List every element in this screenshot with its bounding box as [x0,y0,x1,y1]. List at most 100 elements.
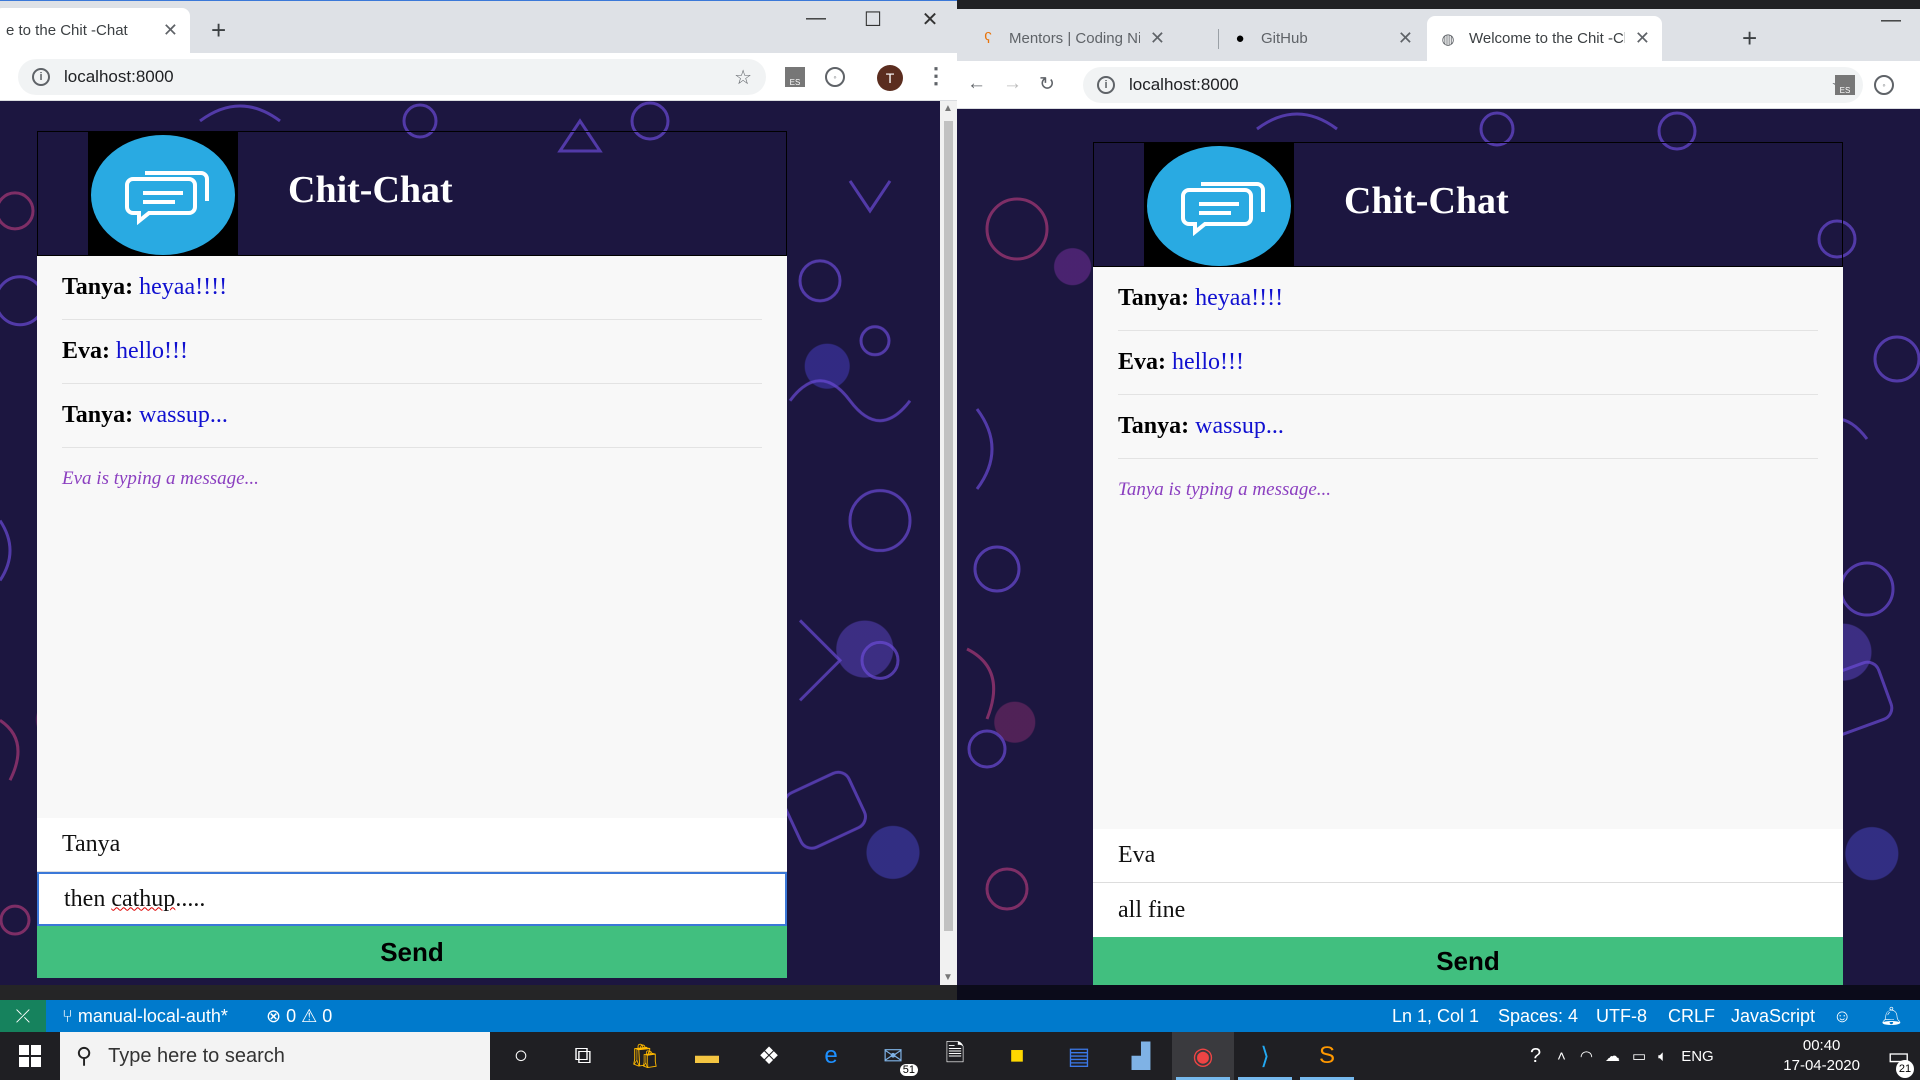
forward-arrow-icon[interactable]: → [1003,73,1022,95]
chat-title: Chit-Chat [1344,180,1509,222]
clock-time: 00:40 [1802,1037,1841,1054]
github-icon: ● [1235,30,1245,47]
windows-taskbar: ⚲ Type here to search ○ ⧉ 🛍︎ ▬ ❖ e ✉ 51 🗎… [0,1032,1920,1080]
dropbox-icon[interactable]: ❖ [738,1032,800,1080]
message-sender: Eva: [62,338,110,364]
page-scrollbar[interactable]: ▲ ▼ [940,101,957,985]
taskbar-search[interactable]: ⚲ Type here to search [60,1032,490,1080]
document-icon[interactable]: 🗎 [924,1032,986,1080]
address-bar[interactable]: i localhost:8000 ☆ [18,59,766,95]
onedrive-icon[interactable]: ☁ [1605,1047,1620,1065]
notification-count: 21 [1896,1060,1914,1078]
tab-github[interactable]: ● GitHub ✕ [1219,16,1425,61]
task-view-icon[interactable]: ⧉ [552,1032,614,1080]
extension-ring-icon[interactable]: ◦ [825,67,845,87]
message-input-text-end: ..... [175,885,206,912]
chat-bubbles-icon [125,171,209,225]
message-item: Tanya: heyaa!!!! [62,256,762,320]
scroll-up-arrow-icon[interactable]: ▲ [943,103,953,114]
system-clock[interactable]: 00:40 17-04-2020 [1783,1036,1860,1076]
message-item: Eva: hello!!! [1118,331,1818,395]
vscode-icon[interactable]: ⟩ [1234,1032,1296,1080]
system-tray: ? ˄ ◠ ☁ ▭ 🔈︎ ENG [1530,1032,1714,1080]
sticky-notes-icon[interactable]: ■ [986,1032,1048,1080]
username-input[interactable]: Tanya [37,818,787,872]
info-icon[interactable]: i [1097,76,1115,94]
indentation[interactable]: Spaces: 4 [1498,1006,1578,1027]
send-button[interactable]: Send [1093,937,1843,985]
close-window-button[interactable]: ✕ [902,7,957,32]
sublime-text-icon[interactable]: S [1296,1032,1358,1080]
mail-icon[interactable]: ✉ 51 [862,1032,924,1080]
chrome-icon[interactable]: ◉ [1172,1032,1234,1080]
vscode-panel-edge [0,985,957,1000]
message-text: hello!!! [116,338,188,364]
file-encoding[interactable]: UTF-8 [1596,1006,1647,1027]
tab-chit-chat[interactable]: ◍ Welcome to the Chit -Chat ✕ [1427,16,1662,61]
store-icon[interactable]: 🛍︎ [614,1032,676,1080]
remote-desktop-icon[interactable]: ▟ [1110,1032,1172,1080]
close-icon[interactable]: ✕ [163,20,178,41]
info-icon[interactable]: i [32,68,50,86]
message-text: heyaa!!!! [1195,285,1284,311]
edge-icon[interactable]: e [800,1032,862,1080]
language-mode[interactable]: JavaScript [1731,1006,1815,1027]
new-tab-button[interactable]: + [211,15,226,46]
git-branch[interactable]: ⑂ manual-local-auth* [62,1006,228,1027]
message-item: Tanya: wassup... [1118,395,1818,459]
message-input[interactable]: all fine [1093,883,1843,937]
new-tab-button[interactable]: + [1742,23,1757,54]
docs-icon[interactable]: ▤ [1048,1032,1110,1080]
cursor-position[interactable]: Ln 1, Col 1 [1392,1006,1479,1027]
message-input-value: then cathup..... [64,886,205,913]
tab-coding-ninjas[interactable]: ʕ Mentors | Coding Ninjas ✕ [967,16,1177,61]
feedback-icon[interactable]: ☺ [1833,1006,1851,1027]
send-button[interactable]: Send [37,926,787,978]
menu-kebab-icon[interactable]: ⋮ [925,63,947,89]
profile-initial: T [885,70,895,86]
browser-toolbar: i localhost:8000 ☆ ES ◦ T ⋮ [0,53,957,101]
battery-icon[interactable]: ▭ [1632,1047,1646,1065]
mail-badge: 51 [899,1064,918,1076]
start-button[interactable] [0,1032,60,1080]
message-list: Tanya: heyaa!!!! Eva: hello!!! Tanya: wa… [1093,267,1843,829]
extension-ring-icon[interactable]: ◦ [1874,75,1894,95]
extension-es-label: ES [789,78,801,87]
message-sender: Eva: [1118,349,1166,375]
chevron-up-icon[interactable]: ˄ [1557,1048,1566,1065]
close-icon[interactable]: ✕ [1398,28,1413,49]
minimize-button[interactable]: — [788,7,844,30]
profile-avatar[interactable]: T [877,65,903,91]
message-input[interactable]: then cathup..... [37,872,787,926]
volume-icon[interactable]: 🔈︎ [1658,1048,1667,1065]
cortana-icon[interactable]: ○ [490,1032,552,1080]
wifi-icon[interactable]: ◠ [1580,1047,1593,1065]
username-input[interactable]: Eva [1093,829,1843,883]
back-arrow-icon[interactable]: ← [967,73,986,95]
remote-icon[interactable]: ⤫ [0,1000,46,1032]
logo-circle [1147,146,1291,266]
bookmark-star-icon[interactable]: ☆ [734,65,752,90]
scrollbar-thumb[interactable] [944,121,953,931]
close-icon[interactable]: ✕ [1635,28,1650,49]
extension-es-icon[interactable]: ES [785,67,805,87]
message-item: Tanya: heyaa!!!! [1118,267,1818,331]
reload-icon[interactable]: ↻ [1039,73,1055,96]
notifications-bell-icon[interactable]: 🔔︎ [1880,1006,1903,1027]
minimize-button[interactable]: — [1863,9,1919,32]
line-ending[interactable]: CRLF [1668,1006,1715,1027]
tab-title: GitHub [1261,30,1308,47]
input-language[interactable]: ENG [1681,1048,1714,1065]
tab-chit-chat[interactable]: e to the Chit -Chat ✕ [0,8,190,53]
close-icon[interactable]: ✕ [1150,28,1165,49]
scroll-down-arrow-icon[interactable]: ▼ [943,972,953,983]
problems-indicator[interactable]: ⊗ 0 ⚠ 0 [266,1006,332,1027]
extension-es-icon[interactable]: ES [1835,75,1855,95]
help-icon[interactable]: ? [1530,1045,1541,1068]
chat-logo [88,132,238,257]
maximize-button[interactable]: ☐ [845,7,901,32]
tab-title: Mentors | Coding Ninjas [1009,30,1140,47]
address-bar[interactable]: i localhost:8000 ☆ [1083,67,1863,103]
typing-indicator: Tanya is typing a message... [1118,479,1332,500]
file-explorer-icon[interactable]: ▬ [676,1032,738,1080]
